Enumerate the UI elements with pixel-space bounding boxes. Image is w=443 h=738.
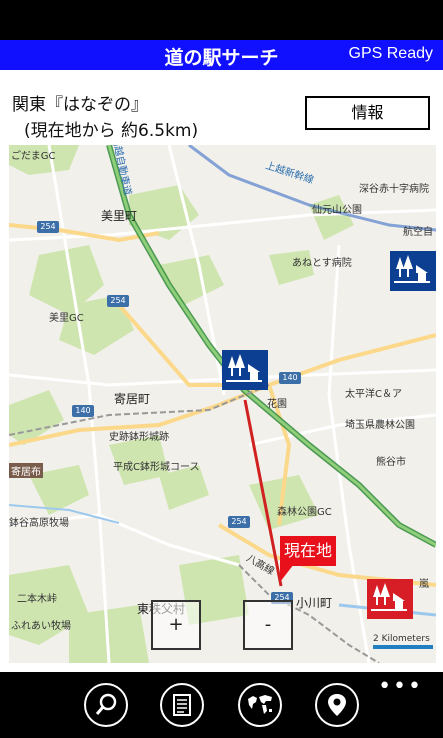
location-pin-icon <box>328 694 346 716</box>
map-label: 寄居町 <box>114 392 151 406</box>
route-shield: 254 <box>228 516 250 528</box>
gps-status: GPS Ready <box>348 45 433 62</box>
zoom-in-button[interactable]: + <box>151 600 201 650</box>
map-label: 太平洋C＆ア <box>345 389 402 400</box>
map-label: 仙元山公園 <box>312 205 362 216</box>
route-shield: 254 <box>37 221 59 233</box>
list-icon <box>173 694 191 716</box>
map-label: 二本木峠 <box>17 594 57 605</box>
station-marker[interactable] <box>390 251 436 291</box>
route-shield: 140 <box>72 405 94 417</box>
station-icon <box>394 255 430 283</box>
route-shield: 254 <box>107 295 129 307</box>
map-label: あねとす病院 <box>292 258 352 269</box>
station-distance: (現在地から 約6.5km) <box>24 121 199 141</box>
map-view[interactable]: ごだまGC 美里町 寄居町 花園 小川町 森林公園GC 東秩父村 深谷赤十字病院… <box>9 145 436 663</box>
zoom-out-button[interactable]: - <box>243 600 293 650</box>
scale-label: 2 Kilometers <box>373 634 430 644</box>
status-bar <box>0 0 443 40</box>
map-label: 寄居布 <box>9 463 43 478</box>
map-label: 花園 <box>267 399 287 410</box>
map-label: 史跡鉢形城跡 <box>109 432 169 443</box>
station-icon <box>226 354 262 382</box>
current-location-label: 現在地 <box>280 536 336 566</box>
world-map-button[interactable] <box>238 683 282 727</box>
info-button[interactable]: 情報 <box>305 96 430 130</box>
map-label: 深谷赤十字病院 <box>359 184 429 195</box>
search-icon <box>95 693 117 715</box>
map-label: 小川町 <box>296 596 333 610</box>
map-label: 平成C鉢形城コース <box>113 462 200 473</box>
station-marker[interactable] <box>367 579 413 619</box>
scale-bar <box>373 645 433 649</box>
map-label: 美里GC <box>49 313 84 324</box>
route-shield: 140 <box>279 372 301 384</box>
app-bar: ••• <box>0 672 443 738</box>
map-label: ふれあい牧場 <box>11 621 71 632</box>
map-label: 美里町 <box>101 209 138 223</box>
map-label: 熊谷市 <box>376 457 406 468</box>
title-bar: 道の駅サーチ GPS Ready <box>0 40 443 70</box>
map-scale: 2 Kilometers <box>373 634 433 649</box>
station-marker-selected[interactable] <box>222 350 268 390</box>
map-label: ごだまGC <box>11 151 56 162</box>
map-label: 埼玉県農林公園 <box>345 420 415 431</box>
search-button[interactable] <box>84 683 128 727</box>
map-label: 森林公園GC <box>277 507 332 518</box>
more-menu-button[interactable]: ••• <box>378 674 423 699</box>
location-button[interactable] <box>315 683 359 727</box>
station-icon <box>371 583 407 611</box>
station-name: 関東『はなぞの』 <box>12 95 148 115</box>
map-label: 嵐 <box>419 579 429 590</box>
globe-icon <box>248 695 272 714</box>
map-label: 鉢谷高原牧場 <box>9 518 69 529</box>
current-location-pointer <box>280 564 294 582</box>
list-button[interactable] <box>160 683 204 727</box>
map-label: 航空自 <box>403 227 433 238</box>
